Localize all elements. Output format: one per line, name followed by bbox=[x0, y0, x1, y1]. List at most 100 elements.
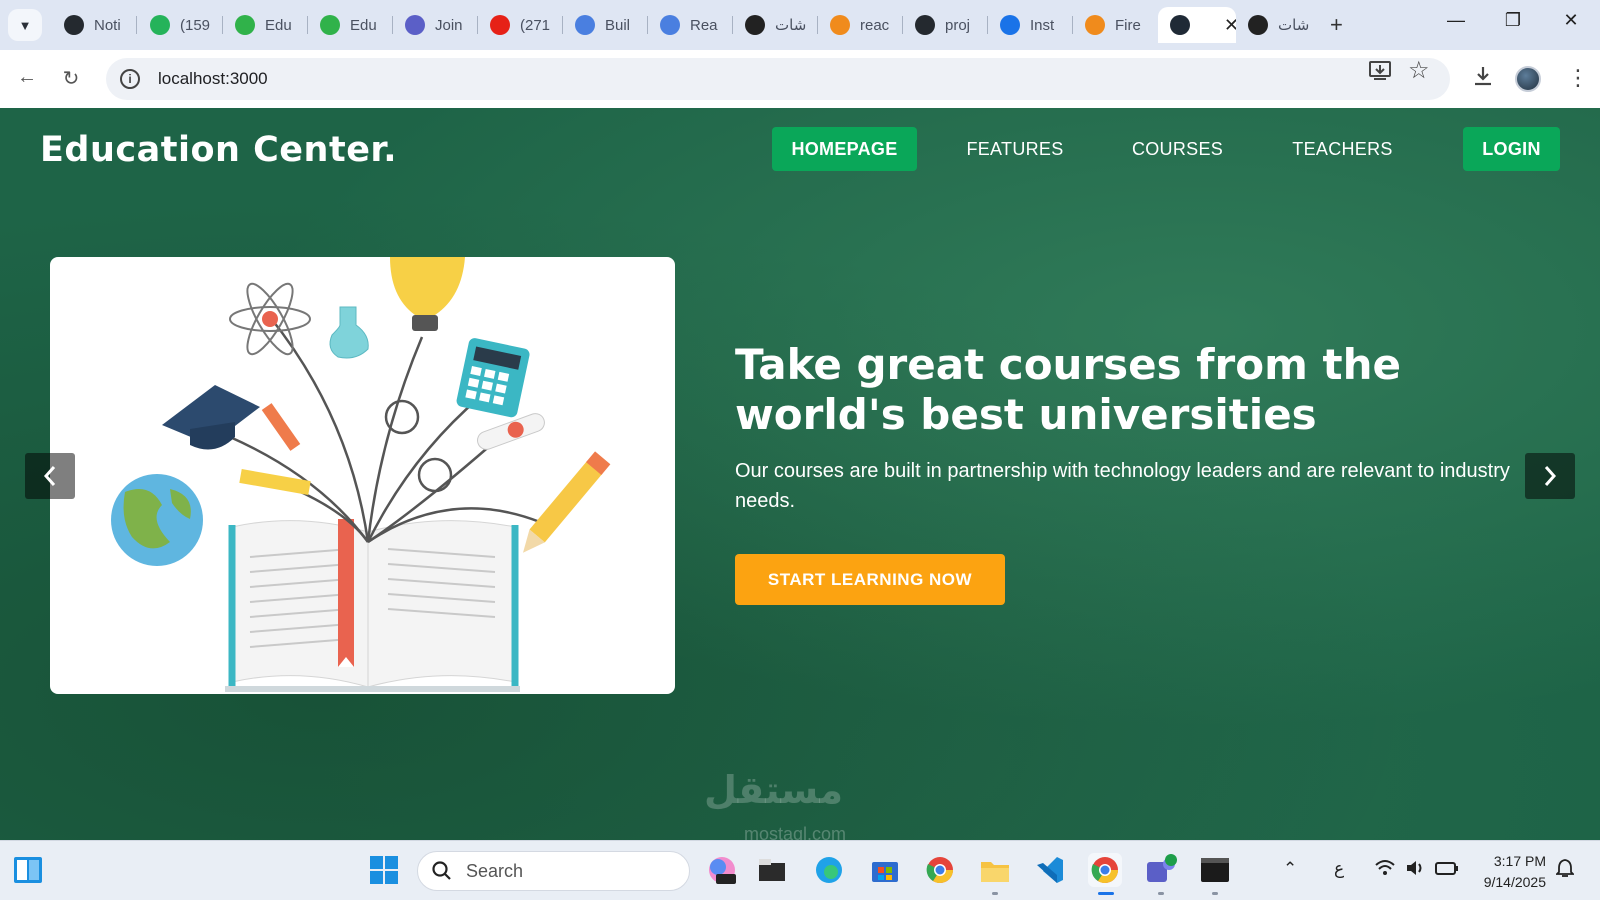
youtube-icon bbox=[490, 15, 510, 35]
search-placeholder: Search bbox=[466, 860, 524, 881]
tab-label: Join bbox=[435, 16, 463, 34]
install-app-icon[interactable] bbox=[1368, 59, 1392, 87]
tab-separator bbox=[136, 16, 137, 34]
login-button[interactable]: LOGIN bbox=[1463, 127, 1560, 171]
store-icon[interactable] bbox=[868, 853, 902, 887]
tab-label: (271 bbox=[520, 16, 551, 34]
system-clock[interactable]: 3:17 PM 9/14/2025 bbox=[1474, 851, 1546, 893]
vscode-icon[interactable] bbox=[1033, 853, 1067, 887]
running-indicator bbox=[1212, 892, 1218, 895]
bookmark-star-icon[interactable]: ☆ bbox=[1408, 56, 1430, 85]
chevron-left-icon bbox=[43, 466, 56, 486]
browser-tab[interactable]: Join bbox=[393, 7, 477, 43]
carousel-prev-button[interactable] bbox=[25, 453, 75, 499]
copilot-icon[interactable] bbox=[705, 853, 739, 887]
browser-tab[interactable]: شات bbox=[1236, 7, 1320, 43]
start-button[interactable] bbox=[367, 853, 401, 887]
chevron-down-icon: ▼ bbox=[18, 17, 32, 33]
tab-label: شات bbox=[775, 17, 807, 34]
hero-description: Our courses are built in partnership wit… bbox=[735, 460, 1510, 512]
close-tab-icon[interactable]: ✕ bbox=[1224, 15, 1236, 36]
menu-kebab-icon[interactable]: ⋮ bbox=[1567, 65, 1589, 91]
browser-tab[interactable]: Fire bbox=[1073, 7, 1157, 43]
close-window-button[interactable]: ✕ bbox=[1556, 10, 1586, 31]
openai-icon bbox=[1248, 15, 1268, 35]
profile-avatar[interactable] bbox=[1515, 66, 1541, 92]
nav-homepage[interactable]: HOMEPAGE bbox=[772, 127, 917, 171]
chevron-right-icon bbox=[1544, 466, 1557, 486]
react-icon bbox=[1170, 15, 1190, 35]
start-learning-button[interactable]: START LEARNING NOW bbox=[735, 554, 1005, 605]
doc-icon bbox=[575, 15, 595, 35]
hero-title: Take great courses from the world's best… bbox=[735, 340, 1401, 439]
nav-courses[interactable]: COURSES bbox=[1115, 127, 1240, 171]
bolt-icon bbox=[320, 15, 340, 35]
browser-tab[interactable]: Rea bbox=[648, 7, 732, 43]
minimize-button[interactable]: — bbox=[1441, 10, 1471, 31]
browser-tab[interactable]: proj bbox=[903, 7, 987, 43]
explorer-icon[interactable] bbox=[978, 853, 1012, 887]
search-icon bbox=[432, 861, 451, 880]
tab-label: Buil bbox=[605, 16, 631, 34]
back-button[interactable]: ← bbox=[14, 66, 40, 89]
terminal-icon[interactable] bbox=[1198, 853, 1232, 887]
webpage: Education Center. HOMEPAGE FEATURES COUR… bbox=[0, 108, 1600, 840]
fire-icon bbox=[1085, 15, 1105, 35]
tray-chevron-up-icon[interactable]: ⌃ bbox=[1283, 859, 1297, 879]
tab-label: (159 bbox=[180, 16, 211, 34]
openai-icon bbox=[745, 15, 765, 35]
volume-icon[interactable] bbox=[1405, 859, 1427, 882]
mui-icon bbox=[1000, 15, 1020, 35]
tab-label: Edu bbox=[350, 16, 377, 34]
fire-icon bbox=[830, 15, 850, 35]
browser-tab[interactable]: Inst bbox=[988, 7, 1072, 43]
clock-date: 9/14/2025 bbox=[1483, 874, 1546, 890]
input-language[interactable]: ع bbox=[1334, 859, 1344, 879]
taskbar: Search ⌃ ع 3:17 PM 9/14/2025 bbox=[0, 840, 1600, 900]
tab-search-button[interactable]: ▼ bbox=[8, 9, 42, 41]
tab-label: Noti bbox=[94, 16, 121, 34]
edge-icon[interactable] bbox=[812, 853, 846, 887]
reload-button[interactable]: ↻ bbox=[58, 66, 84, 91]
battery-icon[interactable] bbox=[1435, 859, 1459, 882]
tab-label: شات bbox=[1278, 17, 1310, 34]
bolt-icon bbox=[235, 15, 255, 35]
active-indicator bbox=[1098, 892, 1114, 895]
tab-label: proj bbox=[945, 16, 971, 34]
nav-features[interactable]: FEATURES bbox=[950, 127, 1080, 171]
browser-tab[interactable]: Noti bbox=[52, 7, 136, 43]
file-manager-icon[interactable] bbox=[755, 853, 789, 887]
site-info-icon[interactable]: i bbox=[120, 69, 140, 89]
github-icon bbox=[915, 15, 935, 35]
browser-tab[interactable]: (159 bbox=[138, 7, 222, 43]
watermark-logo: مستقل bbox=[704, 770, 843, 812]
restore-button[interactable]: ❐ bbox=[1498, 10, 1528, 31]
taskbar-search[interactable]: Search bbox=[417, 851, 690, 891]
tab-label: Fire bbox=[1115, 16, 1141, 34]
browser-toolbar: ← ↻ i localhost:3000 ☆ ⋮ bbox=[0, 50, 1600, 108]
notification-bell-icon[interactable] bbox=[1554, 858, 1576, 883]
address-bar[interactable]: i localhost:3000 bbox=[106, 58, 1450, 100]
tab-label: reac bbox=[860, 16, 890, 34]
browser-tab[interactable]: reac bbox=[818, 7, 902, 43]
widgets-icon[interactable] bbox=[11, 853, 45, 887]
browser-tab[interactable]: Edu bbox=[308, 7, 392, 43]
tab-label: Inst bbox=[1030, 16, 1055, 34]
browser-tab[interactable]: Buil bbox=[563, 7, 647, 43]
wifi-icon[interactable] bbox=[1374, 859, 1396, 882]
nav-teachers[interactable]: TEACHERS bbox=[1275, 127, 1410, 171]
chat-icon bbox=[150, 15, 170, 35]
browser-tab-strip: ▼ Noti (159 Edu Edu Join (271 Buil Rea شات reac pr… bbox=[0, 0, 1600, 50]
downloads-icon[interactable] bbox=[1472, 65, 1494, 93]
browser-tab[interactable]: (271 bbox=[478, 7, 562, 43]
browser-tab[interactable]: ✕ bbox=[1158, 7, 1236, 43]
browser-tab[interactable]: Edu bbox=[223, 7, 307, 43]
chrome-icon[interactable] bbox=[923, 853, 957, 887]
chrome-active-icon[interactable] bbox=[1088, 853, 1122, 887]
new-tab-button[interactable]: + bbox=[1330, 12, 1343, 38]
tab-label: Rea bbox=[690, 16, 718, 34]
site-brand[interactable]: Education Center. bbox=[40, 130, 397, 170]
clock-time: 3:17 PM bbox=[1493, 853, 1546, 869]
browser-tab[interactable]: شات bbox=[733, 7, 817, 43]
teams-icon[interactable] bbox=[1144, 853, 1178, 887]
